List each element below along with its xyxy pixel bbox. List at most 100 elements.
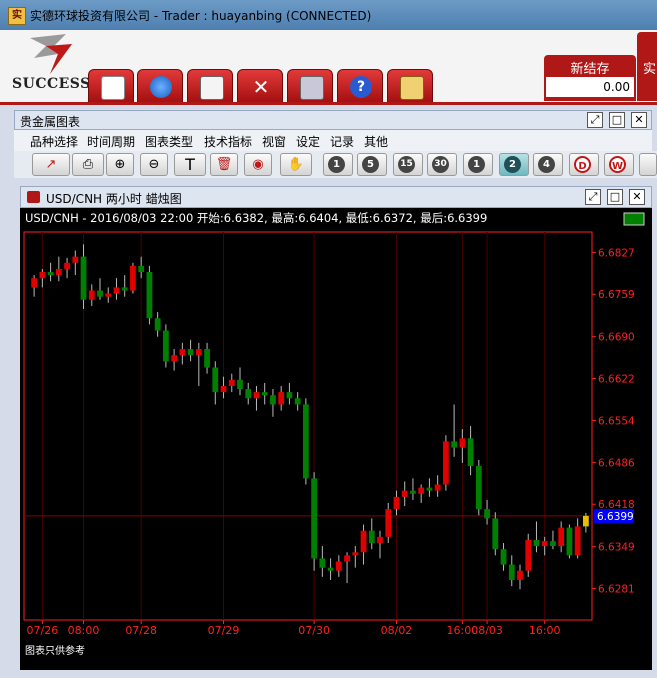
candle-body	[525, 539, 532, 571]
candle-body	[459, 438, 466, 448]
menu-time-period[interactable]: 时间周期	[87, 133, 135, 150]
refresh-button[interactable]	[137, 69, 183, 102]
warning-clipboard-icon	[400, 76, 424, 100]
candle-body	[113, 287, 120, 294]
delete-button[interactable]: 🗑	[210, 153, 238, 176]
candle-body	[583, 515, 589, 527]
candle-body	[212, 367, 219, 393]
candle-body	[541, 541, 548, 547]
period-h1-button[interactable]: 1	[463, 153, 493, 176]
hand-icon: ✋	[287, 157, 305, 172]
account-right-box: 实	[637, 32, 657, 101]
print-button[interactable]: ⎙	[72, 153, 104, 176]
candle-body	[195, 349, 202, 356]
candle-body	[484, 509, 490, 519]
text-tool-button[interactable]: T	[174, 153, 206, 176]
period-m-button[interactable]	[639, 153, 657, 176]
candle-body	[228, 379, 235, 386]
candle-body	[154, 318, 161, 331]
zoom-out-icon: ⊖	[148, 157, 160, 172]
candle-body	[88, 290, 95, 300]
candle-body	[327, 567, 334, 571]
help-button[interactable]: ?	[337, 69, 383, 102]
candle-body	[245, 389, 252, 399]
menu-other[interactable]: 其他	[364, 133, 388, 150]
period-1-label: 1	[328, 156, 345, 173]
period-h2-button[interactable]: 2	[499, 153, 529, 176]
candle-body	[220, 385, 227, 393]
candle-body	[492, 518, 499, 550]
exit-button[interactable]	[287, 69, 333, 102]
chart-svg: USD/CNH - 2016/08/03 22:00 开始:6.6382, 最高…	[23, 211, 645, 657]
chart-info-line: USD/CNH - 2016/08/03 22:00 开始:6.6382, 最高…	[25, 211, 487, 225]
period-h4-label: 4	[538, 156, 555, 173]
x-tick-label: 07/28	[125, 624, 157, 637]
candle-body	[368, 530, 375, 544]
period-h4-button[interactable]: 4	[533, 153, 563, 176]
period-d-label: D	[574, 156, 591, 173]
menu-technical-indicator[interactable]: 技术指标	[204, 133, 252, 150]
chart-menu-bar: 品种选择 时间周期 图表类型 技术指标 视窗 设定 记录 其他	[14, 130, 652, 151]
candle-body	[31, 278, 37, 288]
menu-settings[interactable]: 设定	[296, 133, 320, 150]
candlestick-chart[interactable]: USD/CNH - 2016/08/03 22:00 开始:6.6382, 最高…	[20, 208, 652, 670]
x-tick-label: 08:00	[68, 624, 100, 637]
x-tick-label: 07/30	[298, 624, 330, 637]
y-tick-label: 6.6690	[598, 332, 635, 344]
text-tool-icon: T	[185, 155, 195, 174]
x-tick-label: 07/26	[27, 624, 59, 637]
y-tick-label: 6.6554	[598, 415, 635, 427]
new-balance-value: 0.00	[546, 77, 634, 97]
menu-records[interactable]: 记录	[330, 133, 354, 150]
hand-button[interactable]: ✋	[280, 153, 312, 176]
restore-icon[interactable]: ⤢	[587, 112, 603, 128]
menu-chart-type[interactable]: 图表类型	[145, 133, 193, 150]
warning-button[interactable]	[387, 69, 433, 102]
eye-button[interactable]: ◉	[244, 153, 272, 176]
period-15-button[interactable]: 15	[393, 153, 423, 176]
period-5-button[interactable]: 5	[357, 153, 387, 176]
y-tick-label: 6.6759	[598, 289, 635, 301]
zoom-out-button[interactable]: ⊖	[140, 153, 168, 176]
exit-door-icon	[300, 76, 324, 100]
candle-body	[352, 552, 359, 556]
chart-restore-icon[interactable]: ⤢	[585, 189, 601, 205]
zoom-in-icon: ⊕	[114, 157, 126, 172]
period-d-button[interactable]: D	[569, 153, 599, 176]
precious-metal-chart-panel-header: 贵金属图表 ⤢ □ ✕	[14, 110, 652, 130]
menu-window[interactable]: 视窗	[262, 133, 286, 150]
chart-doc-button[interactable]	[88, 69, 134, 102]
candle-body	[443, 441, 449, 485]
period-30-label: 30	[432, 156, 449, 173]
period-w-button[interactable]: W	[604, 153, 634, 176]
candle-body	[533, 539, 540, 547]
line-chart-tool-icon: ↗	[45, 157, 57, 172]
close-icon[interactable]: ✕	[631, 112, 647, 128]
period-1-button[interactable]: 1	[323, 153, 353, 176]
candle-body	[319, 558, 326, 568]
candle-body	[517, 570, 523, 580]
period-5-label: 5	[362, 156, 379, 173]
edit-document-icon	[200, 76, 224, 100]
maximize-icon[interactable]: □	[609, 112, 625, 128]
period-30-button[interactable]: 30	[427, 153, 457, 176]
candle-body	[475, 466, 482, 510]
account-right-label: 实	[643, 62, 657, 77]
zoom-in-button[interactable]: ⊕	[106, 153, 134, 176]
status-indicator	[623, 212, 645, 226]
menu-symbol-select[interactable]: 品种选择	[30, 133, 78, 150]
edit-document-button[interactable]	[187, 69, 233, 102]
candle-body	[558, 527, 565, 547]
candle-body	[335, 561, 342, 571]
chart-footer-note: 图表只供参考	[25, 644, 85, 657]
candle-body	[47, 272, 54, 276]
candle-body	[121, 287, 128, 291]
tools-button[interactable]: ✕	[237, 69, 283, 102]
help-icon: ?	[350, 76, 372, 98]
line-chart-tool-button[interactable]: ↗	[32, 153, 70, 176]
candle-body	[72, 256, 79, 263]
chart-maximize-icon[interactable]: □	[607, 189, 623, 205]
candle-body	[385, 509, 392, 537]
chart-close-icon[interactable]: ✕	[629, 189, 645, 205]
candle-body	[303, 404, 309, 479]
